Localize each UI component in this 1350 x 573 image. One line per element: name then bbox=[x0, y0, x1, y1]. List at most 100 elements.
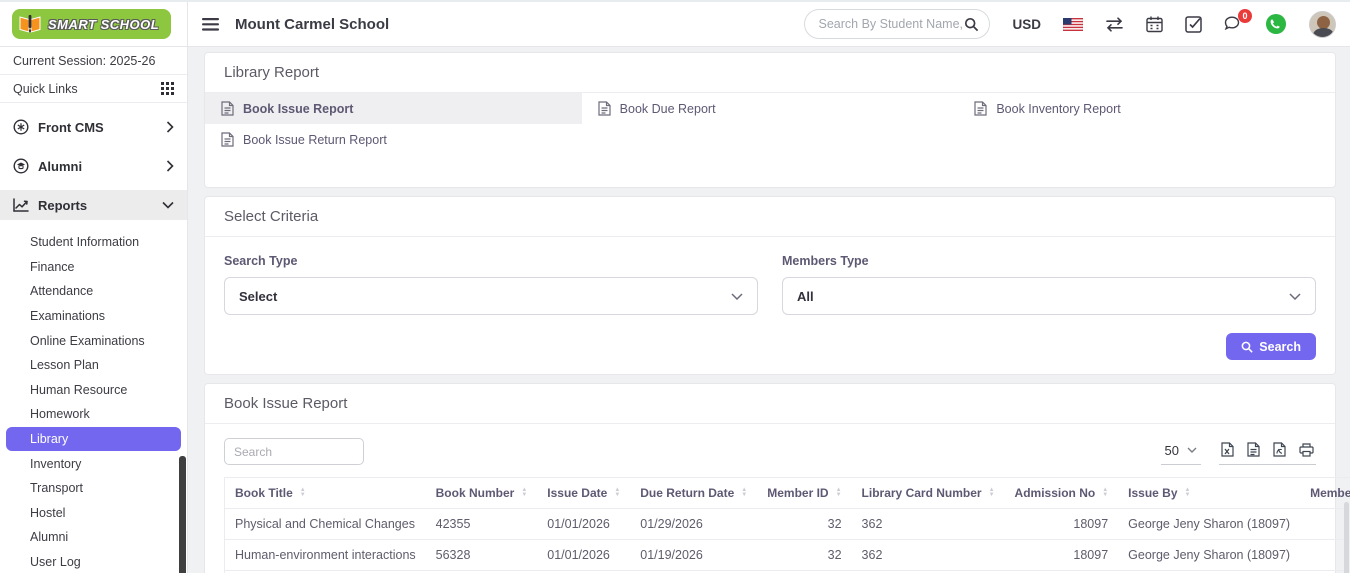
sidebar-submenu-item[interactable]: User Log bbox=[0, 550, 187, 573]
sidebar-submenu-item[interactable]: Student Information bbox=[0, 230, 187, 255]
issue-by-link[interactable]: George Jeny Sharon (18097) bbox=[1118, 540, 1300, 571]
report-tab[interactable]: Book Issue Return Report bbox=[205, 124, 582, 155]
select-criteria-title: Select Criteria bbox=[205, 197, 1335, 237]
user-avatar[interactable] bbox=[1309, 11, 1336, 38]
sidebar-submenu-item[interactable]: Inventory bbox=[0, 451, 187, 476]
document-icon bbox=[221, 101, 234, 116]
cell-due-return-date: 01/29/2026 bbox=[630, 509, 757, 540]
calendar-icon[interactable] bbox=[1146, 16, 1163, 33]
table-body: Physical and Chemical Changes 42355 01/0… bbox=[225, 509, 1350, 573]
export-pdf-icon[interactable] bbox=[1273, 442, 1286, 457]
tasks-checkbox-icon[interactable] bbox=[1185, 16, 1202, 33]
page-size-select[interactable]: 50 bbox=[1161, 441, 1201, 465]
export-excel-icon[interactable] bbox=[1221, 442, 1234, 457]
reports-chart-icon bbox=[13, 198, 29, 212]
search-type-select[interactable]: Select bbox=[224, 277, 758, 315]
cell-due-return-date: 01/19/2026 bbox=[630, 540, 757, 571]
chevron-down-icon bbox=[162, 201, 174, 209]
table-search-input[interactable] bbox=[224, 438, 364, 465]
sidebar-item-reports[interactable]: Reports bbox=[0, 190, 187, 220]
column-header[interactable]: Book Number ▲▼ bbox=[426, 478, 538, 509]
current-session: Current Session: 2025-26 bbox=[0, 47, 187, 75]
column-header[interactable]: Issue Date ▲▼ bbox=[537, 478, 630, 509]
student-search[interactable] bbox=[804, 9, 990, 39]
sort-icon: ▲▼ bbox=[989, 488, 995, 498]
cell-book-number: 42355 bbox=[426, 509, 538, 540]
hamburger-menu-icon[interactable] bbox=[202, 18, 219, 31]
search-icon bbox=[1241, 341, 1253, 353]
sidebar-submenu-item[interactable]: Attendance bbox=[0, 279, 187, 304]
main-layout: Current Session: 2025-26 Quick Links Fro… bbox=[0, 47, 1350, 573]
quick-links[interactable]: Quick Links bbox=[0, 75, 187, 103]
column-header[interactable]: Due Return Date ▲▼ bbox=[630, 478, 757, 509]
student-search-input[interactable] bbox=[818, 17, 964, 31]
report-tab[interactable]: Book Inventory Report bbox=[958, 93, 1335, 124]
table-row: Human-environment interactions 56328 01/… bbox=[225, 540, 1350, 571]
column-header[interactable]: Admission No ▲▼ bbox=[1005, 478, 1119, 509]
cell-members-type: Student bbox=[1300, 509, 1350, 540]
smart-school-logo[interactable]: SMART SCHOOL bbox=[12, 9, 171, 39]
message-count-badge: 0 bbox=[1238, 9, 1252, 23]
library-report-title: Library Report bbox=[205, 53, 1335, 93]
sort-icon: ▲▼ bbox=[614, 488, 620, 498]
report-tab[interactable]: Book Due Report bbox=[582, 93, 959, 124]
currency-selector[interactable]: USD bbox=[1012, 17, 1041, 32]
search-button[interactable]: Search bbox=[1226, 333, 1316, 360]
column-header[interactable]: Library Card Number ▲▼ bbox=[852, 478, 1005, 509]
sidebar-submenu-item[interactable]: Homework bbox=[0, 402, 187, 427]
document-icon bbox=[598, 101, 611, 116]
members-type-select[interactable]: All bbox=[782, 277, 1316, 315]
members-type-field: Members Type All bbox=[782, 254, 1316, 315]
whatsapp-icon[interactable] bbox=[1265, 13, 1287, 35]
book-issue-table: Book Title ▲▼ Book Number ▲▼ bbox=[224, 477, 1350, 573]
sidebar-submenu-item[interactable]: Lesson Plan bbox=[0, 353, 187, 378]
brand-area: SMART SCHOOL bbox=[0, 2, 188, 46]
search-icon[interactable] bbox=[964, 17, 979, 32]
issue-by-link[interactable]: George Jeny Sharon (18097) bbox=[1118, 509, 1300, 540]
sidebar-submenu-item[interactable]: Transport bbox=[0, 476, 187, 501]
chevron-down-icon bbox=[1187, 447, 1197, 453]
messages-icon[interactable]: 0 bbox=[1224, 16, 1243, 32]
sidebar-submenu-item[interactable]: Examinations bbox=[0, 304, 187, 329]
column-header[interactable]: Issue By ▲▼ bbox=[1118, 478, 1300, 509]
library-report-card: Library Report Book Issue Report bbox=[204, 52, 1336, 188]
sidebar-submenu-item[interactable]: Human Resource bbox=[0, 378, 187, 403]
cell-library-card-number: 362 bbox=[852, 540, 1005, 571]
sort-icon: ▲▼ bbox=[836, 488, 842, 498]
page-title: Mount Carmel School bbox=[235, 16, 389, 33]
table-header-row: Book Title ▲▼ Book Number ▲▼ bbox=[225, 478, 1350, 509]
document-icon bbox=[974, 101, 987, 116]
book-issue-report-card: Book Issue Report 50 bbox=[204, 383, 1336, 573]
sort-icon: ▲▼ bbox=[1185, 488, 1191, 498]
export-buttons bbox=[1219, 440, 1316, 465]
grid-icon[interactable] bbox=[161, 82, 174, 95]
transfer-arrows-icon[interactable] bbox=[1105, 17, 1124, 32]
sort-icon: ▲▼ bbox=[300, 488, 306, 498]
members-type-label: Members Type bbox=[782, 254, 1316, 268]
sidebar-item-front-cms[interactable]: Front CMS bbox=[0, 112, 187, 142]
topbar-actions: USD bbox=[804, 9, 1336, 39]
sidebar-item-alumni[interactable]: Alumni bbox=[0, 151, 187, 181]
search-type-field: Search Type Select bbox=[224, 254, 758, 315]
column-header[interactable]: Book Title ▲▼ bbox=[225, 478, 426, 509]
search-type-label: Search Type bbox=[224, 254, 758, 268]
book-issue-report-title: Book Issue Report bbox=[205, 384, 1335, 424]
cell-member-id: 32 bbox=[757, 509, 851, 540]
table-toolbar: 50 bbox=[224, 438, 1316, 465]
column-header[interactable]: Members Type ▲▼ bbox=[1300, 478, 1350, 509]
topbar-main: Mount Carmel School USD bbox=[188, 2, 1350, 46]
content-scrollbar[interactable] bbox=[1344, 502, 1349, 573]
export-csv-icon[interactable] bbox=[1247, 442, 1260, 457]
sidebar-submenu-item[interactable]: Finance bbox=[0, 255, 187, 280]
sidebar-submenu-item[interactable]: Library bbox=[6, 427, 181, 452]
cell-issue-date: 01/01/2026 bbox=[537, 540, 630, 571]
report-tab[interactable]: Book Issue Report bbox=[205, 93, 582, 124]
sidebar-submenu-item[interactable]: Alumni bbox=[0, 525, 187, 550]
cell-member-id: 32 bbox=[757, 540, 851, 571]
sidebar-submenu-item[interactable]: Hostel bbox=[0, 501, 187, 526]
language-flag-icon[interactable] bbox=[1063, 18, 1083, 31]
print-icon[interactable] bbox=[1299, 443, 1314, 457]
sidebar-submenu-item[interactable]: Online Examinations bbox=[0, 328, 187, 353]
sidebar-scrollbar[interactable] bbox=[179, 456, 186, 573]
column-header[interactable]: Member ID ▲▼ bbox=[757, 478, 851, 509]
